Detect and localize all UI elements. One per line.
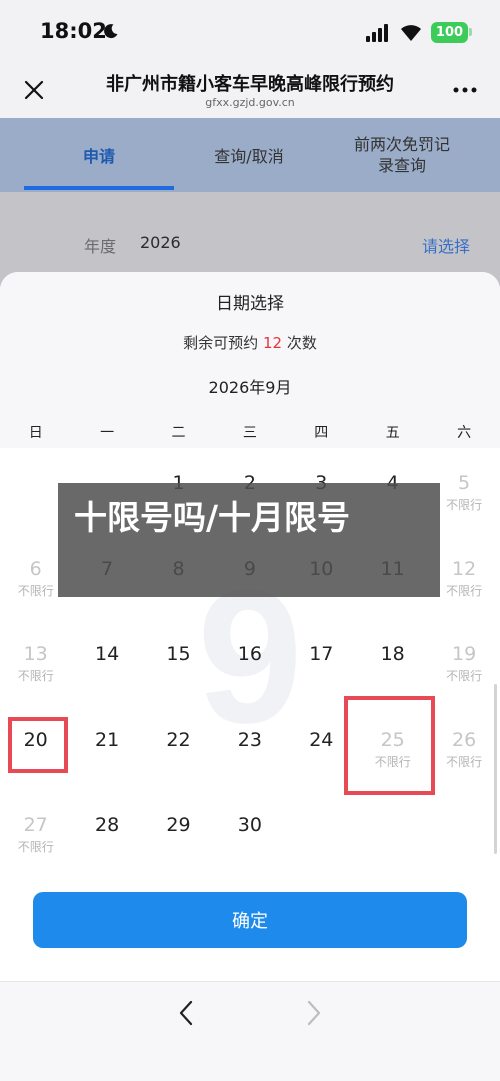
year-label: 年度 bbox=[84, 237, 117, 256]
calendar-day-16[interactable]: 16 bbox=[214, 619, 285, 704]
calendar-day-21[interactable]: 21 bbox=[71, 705, 142, 790]
highlight-frame-20 bbox=[8, 717, 68, 773]
day-number: 23 bbox=[237, 728, 262, 751]
weekday-label: 二 bbox=[171, 425, 186, 441]
moon-icon bbox=[104, 24, 118, 39]
back-icon[interactable] bbox=[176, 999, 196, 1027]
day-note: 不限行 bbox=[17, 669, 54, 683]
highlight-frame-25 bbox=[344, 696, 435, 795]
weekday-label: 日 bbox=[28, 425, 43, 441]
wifi-icon bbox=[401, 25, 421, 41]
calendar-day-17[interactable]: 17 bbox=[286, 619, 357, 704]
calendar-day-19[interactable]: 19 不限行 bbox=[428, 619, 499, 704]
day-number: 26 bbox=[451, 728, 477, 751]
active-tab-indicator bbox=[24, 186, 174, 190]
calendar-day-13[interactable]: 13 不限行 bbox=[0, 619, 71, 704]
tab-query-cancel[interactable]: 查询/取消 bbox=[174, 118, 324, 192]
remaining-count-text: 剩余可预约 12 次数 bbox=[0, 332, 500, 353]
calendar-day-28[interactable]: 28 bbox=[71, 790, 142, 875]
tab-bar: 申请 查询/取消 前两次免罚记录查询 bbox=[0, 118, 500, 192]
calendar-day-23[interactable]: 23 bbox=[214, 705, 285, 790]
battery-indicator: 100 bbox=[431, 22, 468, 43]
tab-apply[interactable]: 申请 bbox=[24, 118, 174, 192]
nav-bar: 非广州市籍小客车早晚高峰限行预约 gfxx.gzjd.gov.cn bbox=[0, 62, 500, 118]
remaining-suffix: 次数 bbox=[286, 334, 317, 352]
year-select-link[interactable]: 请选择 bbox=[422, 233, 470, 257]
confirm-button[interactable]: 确定 bbox=[33, 892, 467, 948]
day-number: 27 bbox=[23, 814, 48, 836]
day-number: 14 bbox=[94, 643, 120, 665]
remaining-prefix: 剩余可预约 bbox=[183, 334, 259, 352]
date-picker-header: 日期选择 剩余可预约 12 次数 2026年9月 日 一 二 三 四 五 六 bbox=[0, 272, 500, 448]
day-number: 15 bbox=[166, 643, 191, 665]
scrollbar[interactable] bbox=[494, 684, 497, 854]
signal-icon bbox=[366, 24, 388, 42]
calendar-day-26[interactable]: 26 不限行 bbox=[428, 705, 499, 790]
day-number: 18 bbox=[380, 643, 405, 665]
tab-record-label: 前两次免罚记录查询 bbox=[353, 135, 450, 175]
browser-bottom-bar bbox=[0, 981, 500, 1081]
month-label: 2026年9月 bbox=[208, 378, 292, 397]
date-picker-sheet: 日期选择 剩余可预约 12 次数 2026年9月 日一二三四五六 9 12345… bbox=[0, 272, 500, 1081]
page-title: 非广州市籍小客车早晚高峰限行预约 bbox=[106, 74, 394, 95]
more-icon[interactable] bbox=[452, 86, 478, 94]
day-number: 16 bbox=[237, 643, 262, 665]
caption-text: 十限号吗/十月限号 bbox=[74, 498, 351, 537]
calendar-day-18[interactable]: 18 bbox=[357, 619, 428, 704]
calendar-day-22[interactable]: 22 bbox=[143, 705, 214, 790]
weekday-label: 一 bbox=[100, 425, 115, 441]
day-number: 29 bbox=[166, 814, 191, 836]
weekday-label: 五 bbox=[385, 425, 400, 441]
calendar-day-27[interactable]: 27 不限行 bbox=[0, 790, 71, 875]
status-time: 18:02 bbox=[40, 19, 107, 43]
calendar-day-29[interactable]: 29 bbox=[143, 790, 214, 875]
day-number: 17 bbox=[309, 643, 334, 665]
day-number: 30 bbox=[237, 814, 262, 836]
date-picker-title: 日期选择 bbox=[216, 294, 284, 314]
day-number: 19 bbox=[451, 643, 477, 665]
day-note: 不限行 bbox=[446, 669, 483, 683]
weekday-label: 四 bbox=[314, 425, 329, 441]
calendar-day-30[interactable]: 30 bbox=[214, 790, 285, 875]
day-note: 不限行 bbox=[446, 754, 483, 769]
day-number: 28 bbox=[94, 814, 120, 836]
battery-tip bbox=[469, 28, 472, 36]
remaining-count: 12 bbox=[262, 334, 283, 352]
caption-overlay: 十限号吗/十月限号 bbox=[58, 483, 440, 597]
year-value: 2026 bbox=[140, 233, 181, 252]
close-icon[interactable] bbox=[21, 77, 47, 103]
day-note: 不限行 bbox=[17, 840, 54, 854]
status-bar: 18:02 100 bbox=[0, 0, 500, 62]
calendar-day-14[interactable]: 14 bbox=[71, 619, 142, 704]
tab-record-query[interactable]: 前两次免罚记录查询 bbox=[324, 118, 480, 192]
calendar-day-15[interactable]: 15 bbox=[143, 619, 214, 704]
weekday-label: 三 bbox=[242, 425, 257, 441]
weekday-label: 六 bbox=[457, 425, 472, 441]
day-number: 21 bbox=[94, 728, 120, 751]
day-number: 22 bbox=[166, 728, 191, 751]
forward-icon[interactable] bbox=[304, 999, 324, 1027]
weekday-header: 日一二三四五六 bbox=[0, 422, 500, 444]
day-number: 13 bbox=[23, 643, 48, 665]
page-url: gfxx.gzjd.gov.cn bbox=[205, 96, 295, 109]
